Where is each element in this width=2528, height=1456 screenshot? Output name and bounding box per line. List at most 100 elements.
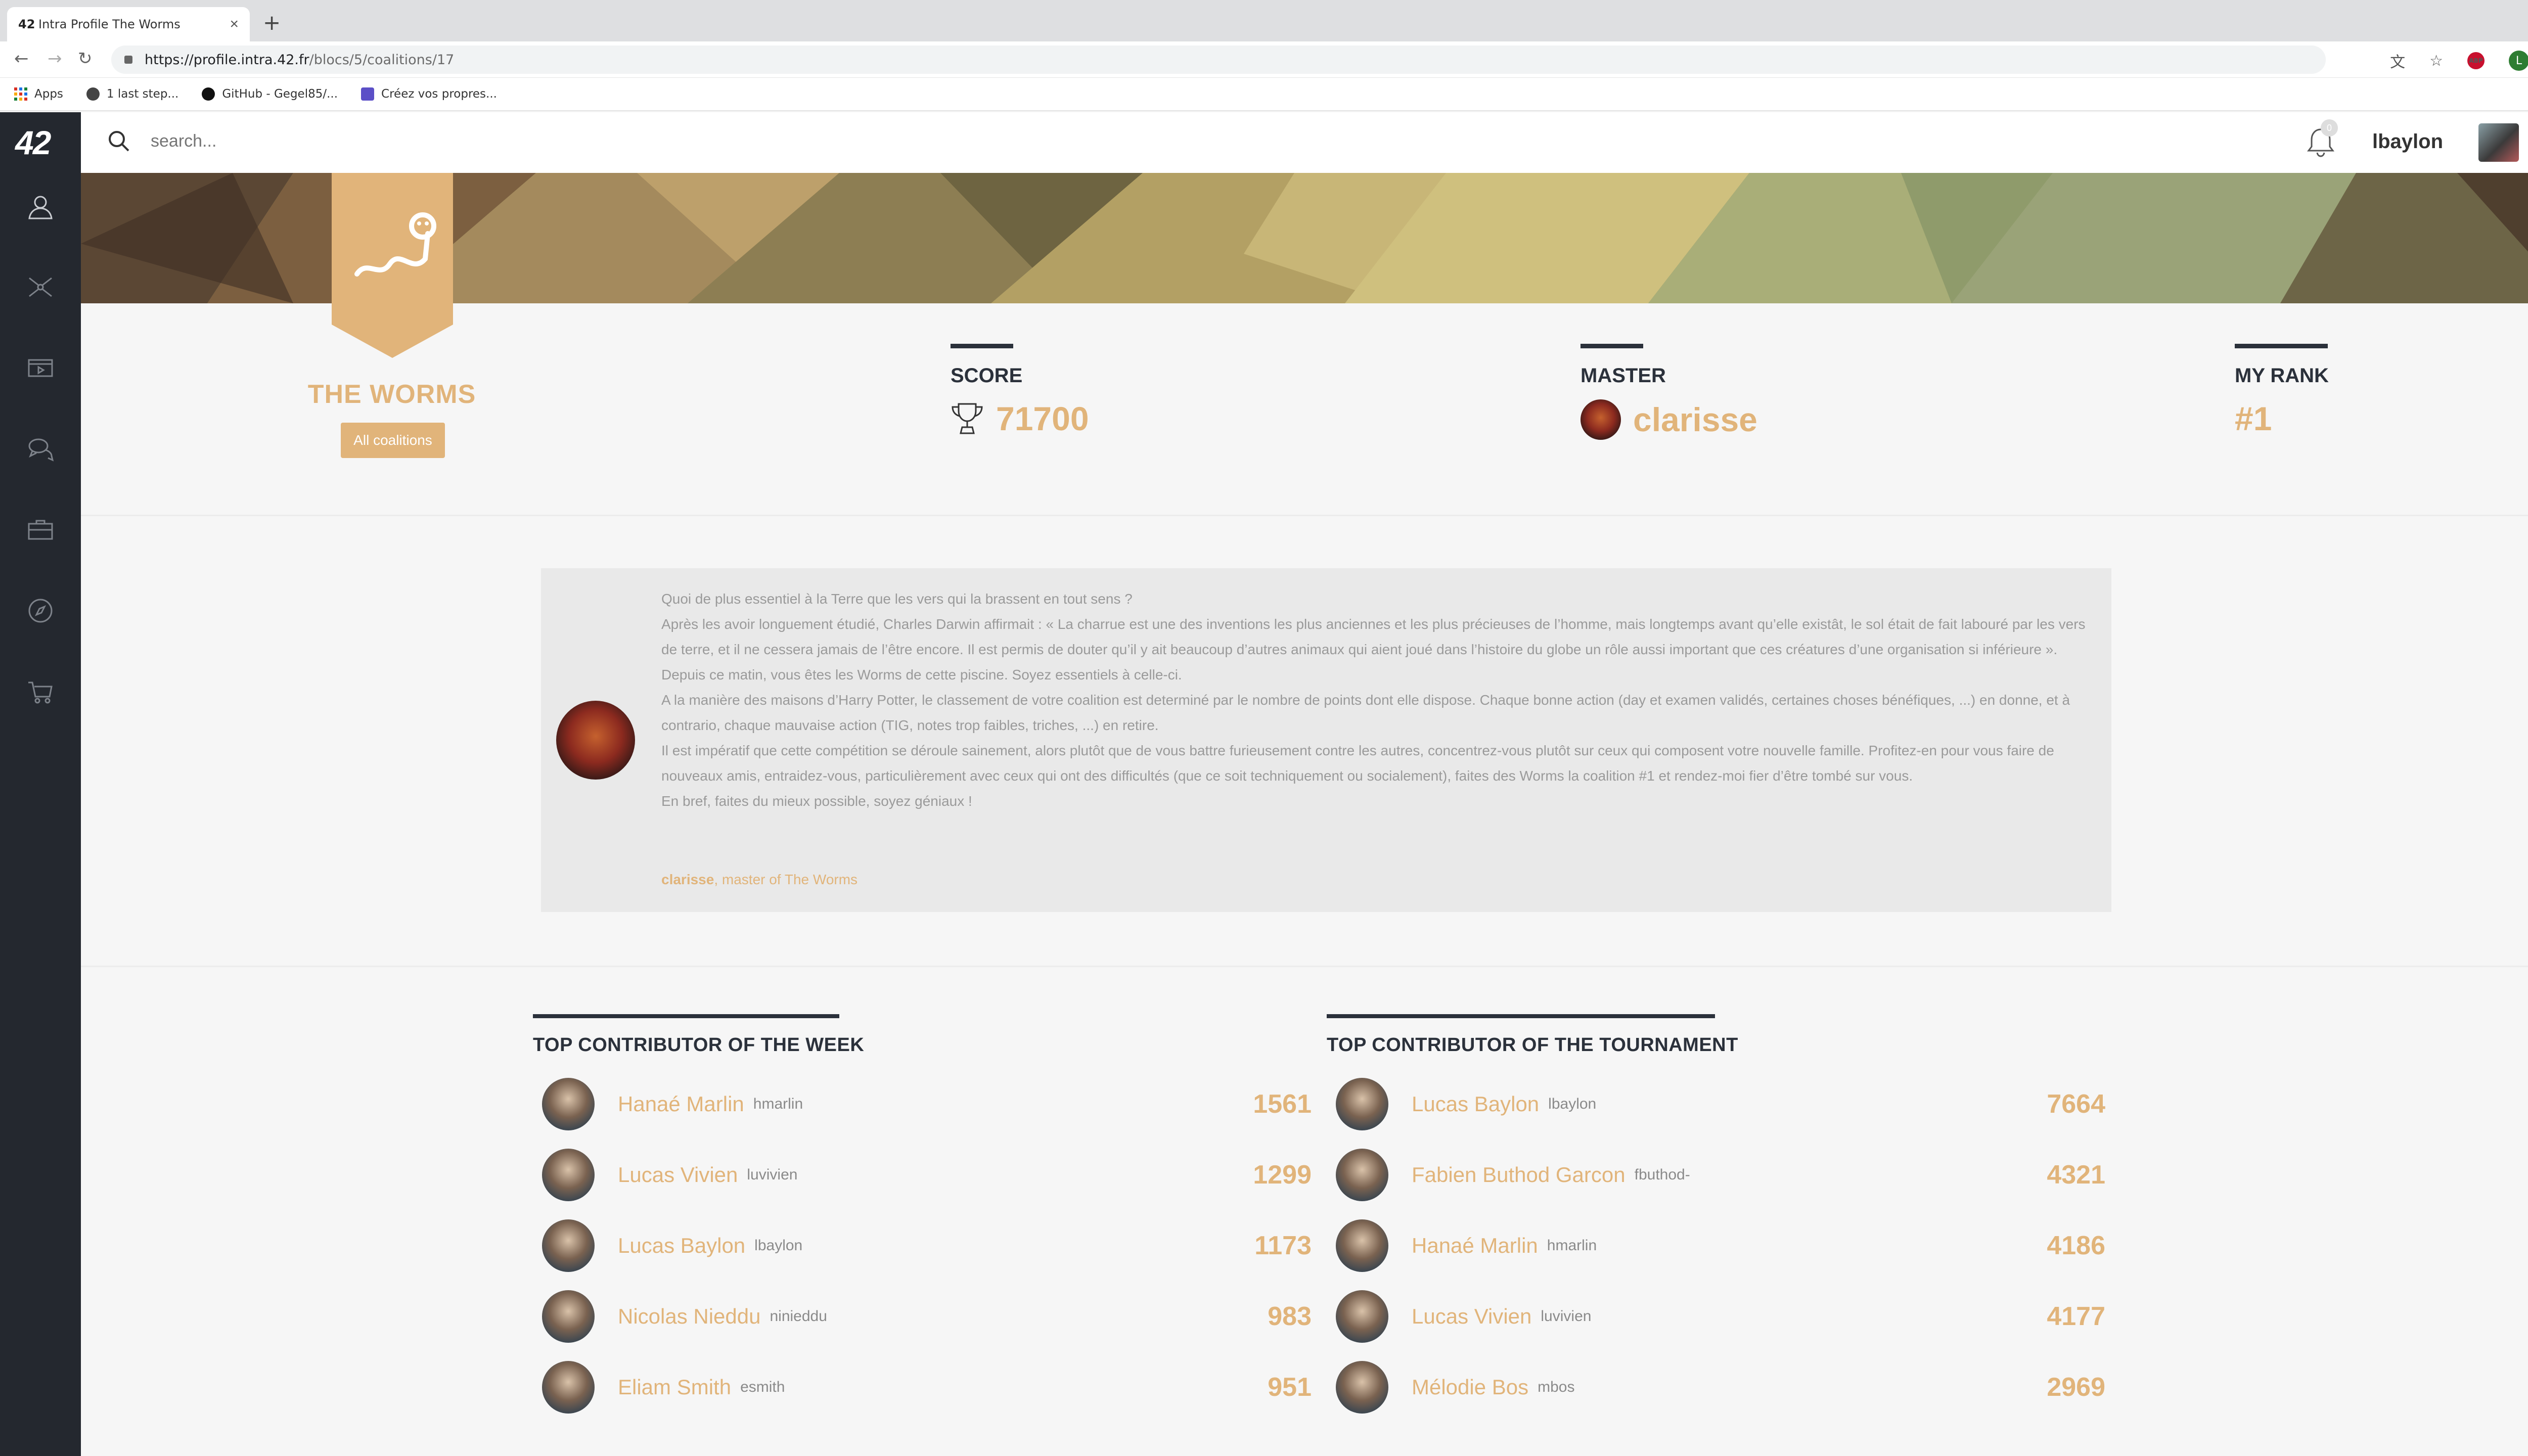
contributor-avatar <box>542 1219 595 1272</box>
week-section-title: TOP CONTRIBUTOR OF THE WEEK <box>533 1034 865 1056</box>
reload-icon[interactable]: ↻ <box>78 49 93 69</box>
contributor-login: lbaylon <box>1548 1096 1597 1112</box>
contributor-row[interactable]: Mélodie Bos mbos 2969 <box>1327 1352 2105 1423</box>
search-icon[interactable] <box>107 129 130 153</box>
address-toolbar: ← → ↻ https://profile.intra.42.fr/blocs/… <box>0 41 2528 78</box>
tab-title: Intra Profile The Worms <box>38 17 180 31</box>
section-divider <box>81 966 2528 967</box>
signature-name[interactable]: clarisse <box>661 872 714 887</box>
back-icon[interactable]: ← <box>14 49 29 69</box>
master-bar <box>1581 344 1643 348</box>
contributor-score: 4186 <box>2047 1231 2105 1260</box>
profile-avatar-icon[interactable]: L <box>2509 51 2528 71</box>
coalition-flag <box>332 173 453 358</box>
contributor-score: 2969 <box>2047 1373 2105 1402</box>
contributor-login: esmith <box>740 1379 785 1395</box>
all-coalitions-button[interactable]: All coalitions <box>341 423 445 458</box>
bookmarks-bar: Apps 1 last step... GitHub - Gegel85/...… <box>0 78 2528 111</box>
contributor-score: 4321 <box>2047 1160 2105 1190</box>
contributor-login: mbos <box>1538 1379 1575 1395</box>
contributor-avatar <box>1336 1290 1388 1343</box>
username[interactable]: lbaylon <box>2372 130 2443 153</box>
contributor-name[interactable]: Nicolas Nieddu <box>618 1304 760 1329</box>
new-tab-icon[interactable]: + <box>263 10 281 35</box>
browser-tab-bar: 42 Intra Profile The Worms × + <box>0 0 2528 41</box>
week-section-bar <box>533 1014 839 1018</box>
compass-icon[interactable] <box>25 596 56 626</box>
chat-icon[interactable] <box>25 434 56 464</box>
master-avatar[interactable] <box>1581 399 1621 440</box>
bookmark-last-step[interactable]: 1 last step... <box>86 87 178 101</box>
contributor-name[interactable]: Lucas Vivien <box>1412 1304 1531 1329</box>
contributor-row[interactable]: Nicolas Nieddu ninieddu 983 <box>533 1281 1312 1352</box>
contributor-login: hmarlin <box>753 1096 803 1112</box>
contributor-name[interactable]: Hanaé Marlin <box>618 1092 744 1116</box>
signature-rest: , master of The Worms <box>714 872 858 887</box>
contributor-login: hmarlin <box>1547 1237 1597 1254</box>
browser-tab[interactable]: 42 Intra Profile The Worms × <box>7 7 250 41</box>
tournament-section-header: TOP CONTRIBUTOR OF THE TOURNAMENT <box>1327 1014 1738 1056</box>
contributor-score: 1299 <box>1253 1160 1312 1190</box>
shop-icon[interactable] <box>25 676 56 707</box>
42-logo[interactable]: 42 <box>15 123 51 162</box>
contributor-row[interactable]: Lucas Baylon lbaylon 1173 <box>533 1210 1312 1281</box>
contributor-avatar <box>542 1078 595 1130</box>
master-label: MASTER <box>1581 365 1666 387</box>
bookmark-label: Créez vos propres... <box>381 87 497 101</box>
forward-icon[interactable]: → <box>48 49 62 69</box>
contributor-login: ninieddu <box>770 1308 827 1325</box>
master-name[interactable]: clarisse <box>1633 400 1757 439</box>
network-icon[interactable] <box>25 272 56 302</box>
contributor-score: 1173 <box>1254 1231 1312 1260</box>
bookmark-label: 1 last step... <box>106 87 179 101</box>
url-text: https://profile.intra.42.fr/blocs/5/coal… <box>145 52 454 68</box>
contributor-avatar <box>542 1361 595 1414</box>
contributor-row[interactable]: Eliam Smith esmith 951 <box>533 1352 1312 1423</box>
bookmark-apps[interactable]: Apps <box>14 87 63 101</box>
coalition-description: Quoi de plus essentiel à la Terre que le… <box>541 568 2111 912</box>
contributor-login: luvivien <box>1541 1308 1592 1325</box>
score-value-row: 71700 <box>951 399 1089 438</box>
url-path: /blocs/5/coalitions/17 <box>309 52 455 68</box>
contributor-row[interactable]: Lucas Baylon lbaylon 7664 <box>1327 1069 2105 1140</box>
contributor-score: 1561 <box>1253 1089 1312 1119</box>
translate-icon[interactable]: 文 <box>2390 50 2405 72</box>
contributor-row[interactable]: Hanaé Marlin hmarlin 4186 <box>1327 1210 2105 1281</box>
coalition-name: THE WORMS <box>307 380 476 409</box>
contributor-name[interactable]: Lucas Baylon <box>1412 1092 1539 1116</box>
projects-icon[interactable] <box>25 353 56 383</box>
contributor-row[interactable]: Lucas Vivien luvivien 4177 <box>1327 1281 2105 1352</box>
contributor-avatar <box>542 1290 595 1343</box>
master-block: MASTER clarisse <box>1581 344 1757 440</box>
contributor-score: 951 <box>1268 1373 1312 1402</box>
close-tab-icon[interactable]: × <box>230 16 239 33</box>
address-bar[interactable]: https://profile.intra.42.fr/blocs/5/coal… <box>111 46 2326 74</box>
rank-value: #1 <box>2235 400 2272 437</box>
contributor-row[interactable]: Lucas Vivien luvivien 1299 <box>533 1140 1312 1210</box>
description-line: A la manière des maisons d’Harry Potter,… <box>661 692 2070 733</box>
profile-icon[interactable] <box>25 191 56 221</box>
trophy-icon <box>952 403 983 434</box>
rank-block: MY RANK #1 <box>2235 344 2329 438</box>
contributor-name[interactable]: Lucas Vivien <box>618 1163 738 1187</box>
search-input[interactable] <box>151 131 606 151</box>
contributor-name[interactable]: Lucas Baylon <box>618 1234 745 1258</box>
briefcase-icon[interactable] <box>25 515 56 545</box>
week-section-header: TOP CONTRIBUTOR OF THE WEEK <box>533 1014 864 1056</box>
master-value-row: clarisse <box>1581 399 1757 440</box>
contributor-row[interactable]: Fabien Buthod Garcon fbuthod- 4321 <box>1327 1140 2105 1210</box>
bookmark-github[interactable]: GitHub - Gegel85/... <box>202 87 338 101</box>
contributor-name[interactable]: Mélodie Bos <box>1412 1375 1528 1399</box>
contributor-name[interactable]: Hanaé Marlin <box>1412 1234 1538 1258</box>
star-bookmark-icon[interactable]: ☆ <box>2429 52 2443 70</box>
contributor-name[interactable]: Fabien Buthod Garcon <box>1412 1163 1626 1187</box>
adblock-icon[interactable]: ABP <box>2467 52 2485 69</box>
description-line: Après les avoir longuement étudié, Charl… <box>661 616 2086 657</box>
tab-favicon-icon: 42 <box>18 17 35 31</box>
contributor-avatar <box>1336 1078 1388 1130</box>
contributor-name[interactable]: Eliam Smith <box>618 1375 731 1399</box>
user-avatar[interactable] <box>2478 123 2519 162</box>
contributor-avatar <box>1336 1149 1388 1201</box>
contributor-row[interactable]: Hanaé Marlin hmarlin 1561 <box>533 1069 1312 1140</box>
bookmark-creez[interactable]: Créez vos propres... <box>361 87 497 101</box>
